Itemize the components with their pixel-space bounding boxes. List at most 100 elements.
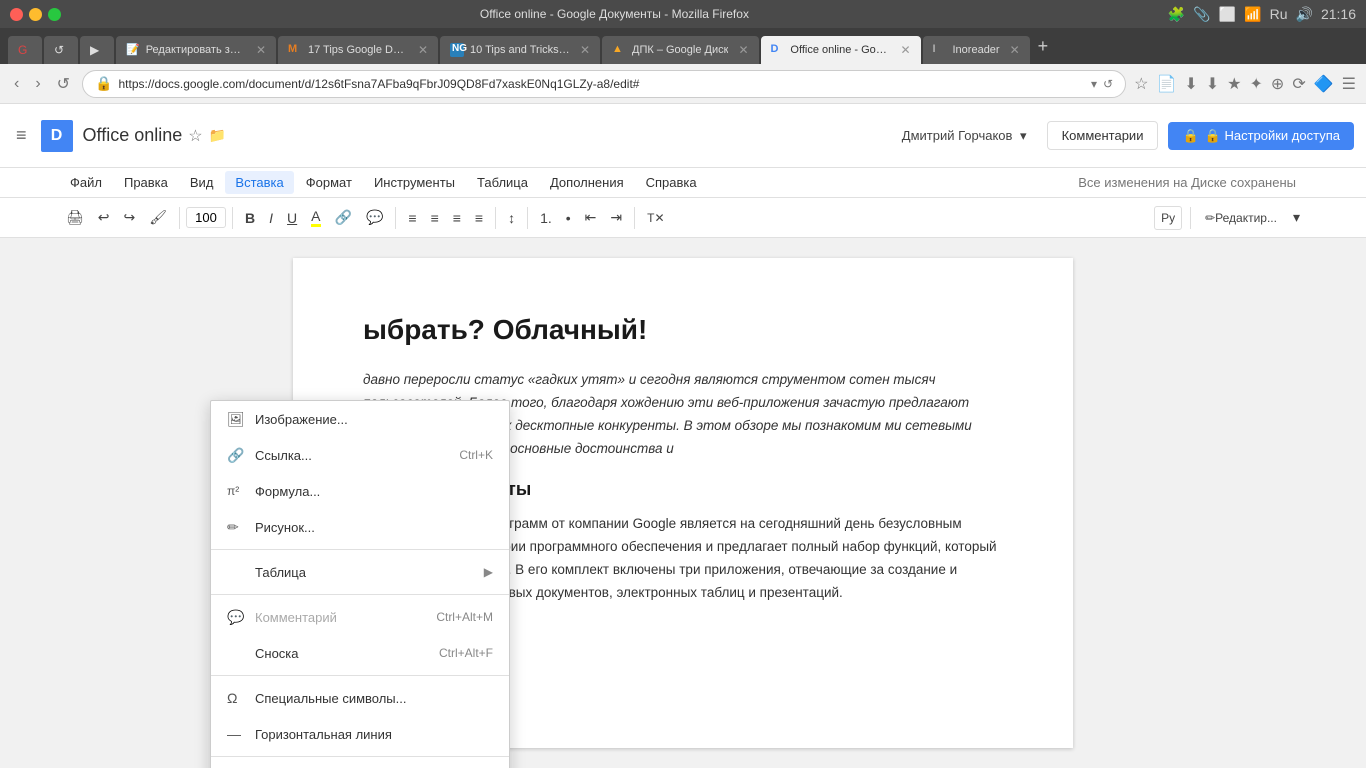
nav-menu-button[interactable]: ≡	[12, 121, 31, 150]
insert-special-item[interactable]: Ω Специальные символы...	[211, 680, 509, 716]
menu-icon[interactable]: ☰	[1342, 74, 1356, 94]
insert-drawing-item[interactable]: ✏ Рисунок...	[211, 509, 509, 545]
tab-inoreader[interactable]: I Inoreader ✕	[923, 36, 1030, 64]
clear-format-button[interactable]: T✕	[641, 207, 670, 229]
addon4-icon[interactable]: ⟳	[1292, 74, 1305, 94]
menu-help[interactable]: Справка	[636, 171, 707, 194]
special-chars-icon: Ω	[227, 690, 249, 706]
toolbar: 🖨 ↩ ↪ 🖌 100 B I U A 🔗 💬 ≡ ≡ ≡ ≡ ↕ 1. • ⇤…	[0, 198, 1366, 238]
tab-tips1[interactable]: M 17 Tips Google Do... ✕	[278, 36, 438, 64]
addon1-icon[interactable]: ★	[1227, 74, 1241, 94]
underline-button[interactable]: U	[281, 206, 303, 230]
numbered-list-button[interactable]: 1.	[534, 206, 558, 230]
language-button[interactable]: Ру	[1154, 206, 1182, 230]
tab-inoreader-close[interactable]: ✕	[1010, 43, 1020, 57]
insert-formula-item[interactable]: π² Формула...	[211, 473, 509, 509]
close-button[interactable]	[10, 8, 23, 21]
edit-mode-button[interactable]: ✏ Редактир...	[1199, 207, 1283, 229]
toolbar-chevron-button[interactable]: ▾	[1287, 205, 1306, 230]
tab-drive-close[interactable]: ✕	[738, 43, 748, 57]
menu-edit[interactable]: Правка	[114, 171, 178, 194]
tab-redact-close[interactable]: ✕	[256, 43, 266, 57]
align-justify-button[interactable]: ≡	[469, 206, 489, 230]
insert-table-item[interactable]: Таблица ▶	[211, 554, 509, 590]
insert-link-item[interactable]: 🔗 Ссылка... Ctrl+K	[211, 437, 509, 473]
minimize-button[interactable]	[29, 8, 42, 21]
extensions-addr-icon[interactable]: ⬇	[1206, 74, 1219, 94]
print-button[interactable]: 🖨	[60, 205, 90, 230]
reader-icon[interactable]: 📄	[1156, 74, 1176, 94]
download-icon[interactable]: ⬇	[1184, 74, 1197, 94]
comments-button[interactable]: Комментарии	[1047, 121, 1159, 150]
text-color-button[interactable]: A	[305, 204, 326, 231]
maximize-button[interactable]	[48, 8, 61, 21]
tab-inoreader-label: Inoreader	[953, 44, 1000, 56]
document-title[interactable]: Office online	[83, 125, 183, 146]
align-center-button[interactable]: ≡	[425, 206, 445, 230]
tab-tips2-close[interactable]: ✕	[580, 43, 590, 57]
insert-hline-item[interactable]: — Горизонтальная линия	[211, 716, 509, 752]
addon2-icon[interactable]: ✦	[1250, 74, 1263, 94]
outdent-button[interactable]: ⇤	[579, 205, 603, 230]
menu-tools[interactable]: Инструменты	[364, 171, 465, 194]
addon5-icon[interactable]: 🔷	[1314, 74, 1334, 94]
new-tab-button[interactable]: +	[1038, 36, 1049, 57]
tab-gmail[interactable]: G	[8, 36, 42, 64]
separator-2	[232, 207, 233, 229]
bulleted-list-button[interactable]: •	[560, 206, 577, 230]
align-left-button[interactable]: ≡	[402, 206, 422, 230]
share-button-label: 🔒 Настройки доступа	[1205, 128, 1340, 144]
link-button[interactable]: 🔗	[329, 205, 358, 230]
addon3-icon[interactable]: ⊕	[1271, 74, 1284, 94]
document-heading: ыбрать? Облачный!	[363, 308, 1003, 353]
star-icon[interactable]: ☆	[188, 126, 202, 146]
undo-button[interactable]: ↩	[92, 205, 116, 230]
menu-insert[interactable]: Вставка	[225, 171, 293, 194]
italic-button[interactable]: I	[263, 206, 279, 230]
menu-view[interactable]: Вид	[180, 171, 224, 194]
insert-comment-item[interactable]: 💬 Комментарий Ctrl+Alt+M	[211, 599, 509, 635]
tab-drive[interactable]: ▲ ДПК – Google Диск ✕	[602, 36, 759, 64]
tab-docs-active[interactable]: D Office online - Goo... ✕	[761, 36, 921, 64]
reload-button[interactable]: ↺	[53, 70, 74, 98]
menu-file[interactable]: Файл	[60, 171, 112, 194]
menu-format[interactable]: Формат	[296, 171, 362, 194]
tab-nav2[interactable]: ▶	[80, 36, 114, 64]
tab-tips1-close[interactable]: ✕	[418, 43, 428, 57]
line-spacing-button[interactable]: ↕	[502, 206, 521, 230]
hline-icon: —	[227, 726, 249, 742]
address-bar: ‹ › ↺ 🔒 https://docs.google.com/document…	[0, 64, 1366, 104]
forward-button[interactable]: ›	[31, 71, 44, 97]
user-chevron-icon[interactable]: ▾	[1020, 128, 1027, 143]
indent-button[interactable]: ⇥	[604, 205, 628, 230]
tab-nav1[interactable]: ↺	[44, 36, 78, 64]
separator-4	[495, 207, 496, 229]
align-right-button[interactable]: ≡	[447, 206, 467, 230]
redo-button[interactable]: ↪	[118, 205, 142, 230]
share-button[interactable]: 🔒 🔒 Настройки доступа	[1168, 122, 1354, 150]
back-button[interactable]: ‹	[10, 71, 23, 97]
bookmark-star-icon[interactable]: ☆	[1134, 74, 1148, 94]
tab-tips2[interactable]: NG 10 Tips and Tricks ... ✕	[440, 36, 600, 64]
gmail-favicon: G	[18, 43, 32, 57]
url-bar[interactable]: 🔒 https://docs.google.com/document/d/12s…	[82, 70, 1126, 98]
titlebar-icons: 🧩 📎 ⬜ 📶 Ru 🔊 21:16	[1168, 6, 1356, 23]
tab-docs-close[interactable]: ✕	[900, 43, 910, 57]
font-size-input[interactable]: 100	[186, 207, 226, 228]
menu-addons[interactable]: Дополнения	[540, 171, 634, 194]
bold-button[interactable]: B	[239, 206, 261, 230]
menu-divider-1	[211, 549, 509, 550]
bars-icon: 📶	[1244, 6, 1261, 23]
comment-button[interactable]: 💬	[360, 205, 389, 230]
tab-redact[interactable]: 📝 Редактировать запи... ✕	[116, 36, 276, 64]
insert-image-item[interactable]: 🖼 Изображение...	[211, 401, 509, 437]
tips2-favicon: NG	[450, 43, 464, 57]
menu-table[interactable]: Таблица	[467, 171, 538, 194]
paint-format-button[interactable]: 🖌	[143, 205, 173, 230]
insert-footnote-item[interactable]: Сноска Ctrl+Alt+F	[211, 635, 509, 671]
insert-pagenum-item[interactable]: Номер страницы ▶	[211, 761, 509, 768]
folder-icon[interactable]: 📁	[209, 127, 226, 144]
app-header: ≡ D Office online ☆ 📁 Дмитрий Горчаков ▾…	[0, 104, 1366, 168]
nav1-favicon: ↺	[54, 43, 68, 57]
toolbar-right: Ру ✏ Редактир... ▾	[1154, 205, 1306, 230]
